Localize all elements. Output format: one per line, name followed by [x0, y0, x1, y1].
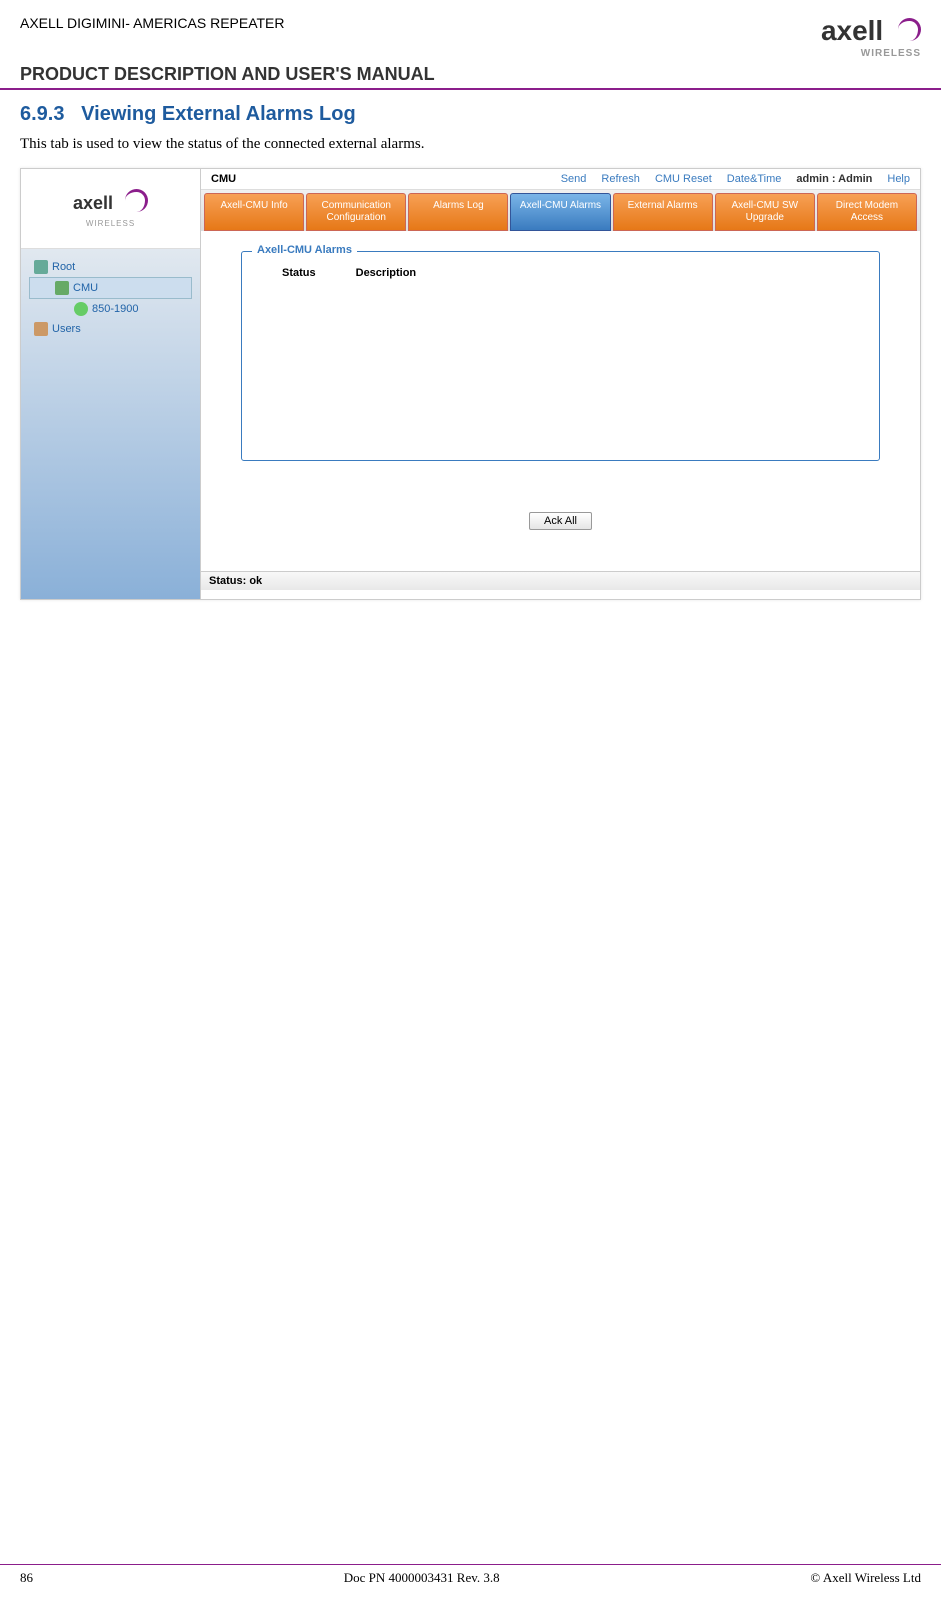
app-screenshot: axell WIRELESS Root CMU 850-1900	[20, 168, 921, 600]
tab-sw-upgrade[interactable]: Axell-CMU SW Upgrade	[715, 193, 815, 231]
content-area: Axell-CMU Alarms Status Description Ack …	[201, 231, 920, 571]
subtitle-row: PRODUCT DESCRIPTION AND USER'S MANUAL	[0, 64, 941, 90]
tree-root-label: Root	[52, 261, 75, 273]
tree-users-label: Users	[52, 323, 81, 335]
col-status: Status	[282, 267, 316, 279]
tab-alarms-log[interactable]: Alarms Log	[408, 193, 508, 231]
tree-band[interactable]: 850-1900	[29, 299, 192, 319]
root-icon	[34, 260, 48, 274]
topbar-datetime[interactable]: Date&Time	[727, 173, 782, 185]
topbar-help[interactable]: Help	[887, 173, 910, 185]
copyright: © Axell Wireless Ltd	[810, 1570, 921, 1586]
tab-external-alarms[interactable]: External Alarms	[613, 193, 713, 231]
cmu-icon	[55, 281, 69, 295]
col-description: Description	[356, 267, 417, 279]
tree-cmu-label: CMU	[73, 282, 98, 294]
sidebar-logo-arc-icon	[118, 189, 148, 219]
tab-cmu-info[interactable]: Axell-CMU Info	[204, 193, 304, 231]
sidebar-logo-text: axell	[73, 192, 113, 212]
section-heading: 6.9.3 Viewing External Alarms Log	[0, 98, 941, 131]
fieldset-legend: Axell-CMU Alarms	[252, 244, 357, 256]
tree-band-label: 850-1900	[92, 303, 139, 315]
brand-logo-block: axell WIRELESS	[821, 15, 921, 59]
ack-all-button[interactable]: Ack All	[529, 512, 592, 530]
top-bar: CMU Send Refresh CMU Reset Date&Time adm…	[201, 169, 920, 190]
brand-sub: WIRELESS	[821, 48, 921, 59]
doc-id: Doc PN 4000003431 Rev. 3.8	[344, 1570, 500, 1586]
section-number: 6.9.3	[20, 103, 64, 125]
tab-comm-config[interactable]: Communication Configuration	[306, 193, 406, 231]
sidebar-logo-area: axell WIRELESS	[21, 169, 200, 249]
product-line: AXELL DIGIMINI- AMERICAS REPEATER	[20, 15, 285, 31]
topbar-send[interactable]: Send	[561, 173, 587, 185]
sidebar: axell WIRELESS Root CMU 850-1900	[21, 169, 201, 599]
nav-tree: Root CMU 850-1900 Users	[21, 249, 200, 347]
status-bar: Status: ok	[201, 571, 920, 590]
brand-name: axell WIRELESS	[821, 15, 921, 59]
tab-direct-modem[interactable]: Direct Modem Access	[817, 193, 917, 231]
main-area: CMU Send Refresh CMU Reset Date&Time adm…	[201, 169, 920, 599]
band-icon	[74, 302, 88, 316]
topbar-cmu: CMU	[211, 173, 236, 185]
sidebar-logo: axell	[31, 189, 190, 219]
alarms-fieldset: Axell-CMU Alarms Status Description	[241, 251, 880, 461]
page-footer: 86 Doc PN 4000003431 Rev. 3.8 © Axell Wi…	[0, 1564, 941, 1586]
tabs-row: Axell-CMU Info Communication Configurati…	[201, 190, 920, 231]
section-title: Viewing External Alarms Log	[81, 103, 356, 125]
page-header: AXELL DIGIMINI- AMERICAS REPEATER axell …	[0, 0, 941, 64]
topbar-admin: admin : Admin	[796, 173, 872, 185]
logo-arc-icon	[891, 18, 921, 48]
alarm-headers: Status Description	[252, 262, 869, 284]
ack-row: Ack All	[241, 511, 880, 530]
topbar-cmu-reset[interactable]: CMU Reset	[655, 173, 712, 185]
sidebar-sublogo: WIRELESS	[31, 219, 190, 228]
users-icon	[34, 322, 48, 336]
tree-cmu[interactable]: CMU	[29, 277, 192, 299]
tree-users[interactable]: Users	[29, 319, 192, 339]
subtitle: PRODUCT DESCRIPTION AND USER'S MANUAL	[20, 64, 921, 88]
brand-text: axell	[821, 15, 883, 46]
section-description: This tab is used to view the status of t…	[0, 131, 941, 168]
tab-cmu-alarms[interactable]: Axell-CMU Alarms	[510, 193, 610, 231]
tree-root[interactable]: Root	[29, 257, 192, 277]
page-number: 86	[20, 1570, 33, 1586]
topbar-refresh[interactable]: Refresh	[601, 173, 640, 185]
